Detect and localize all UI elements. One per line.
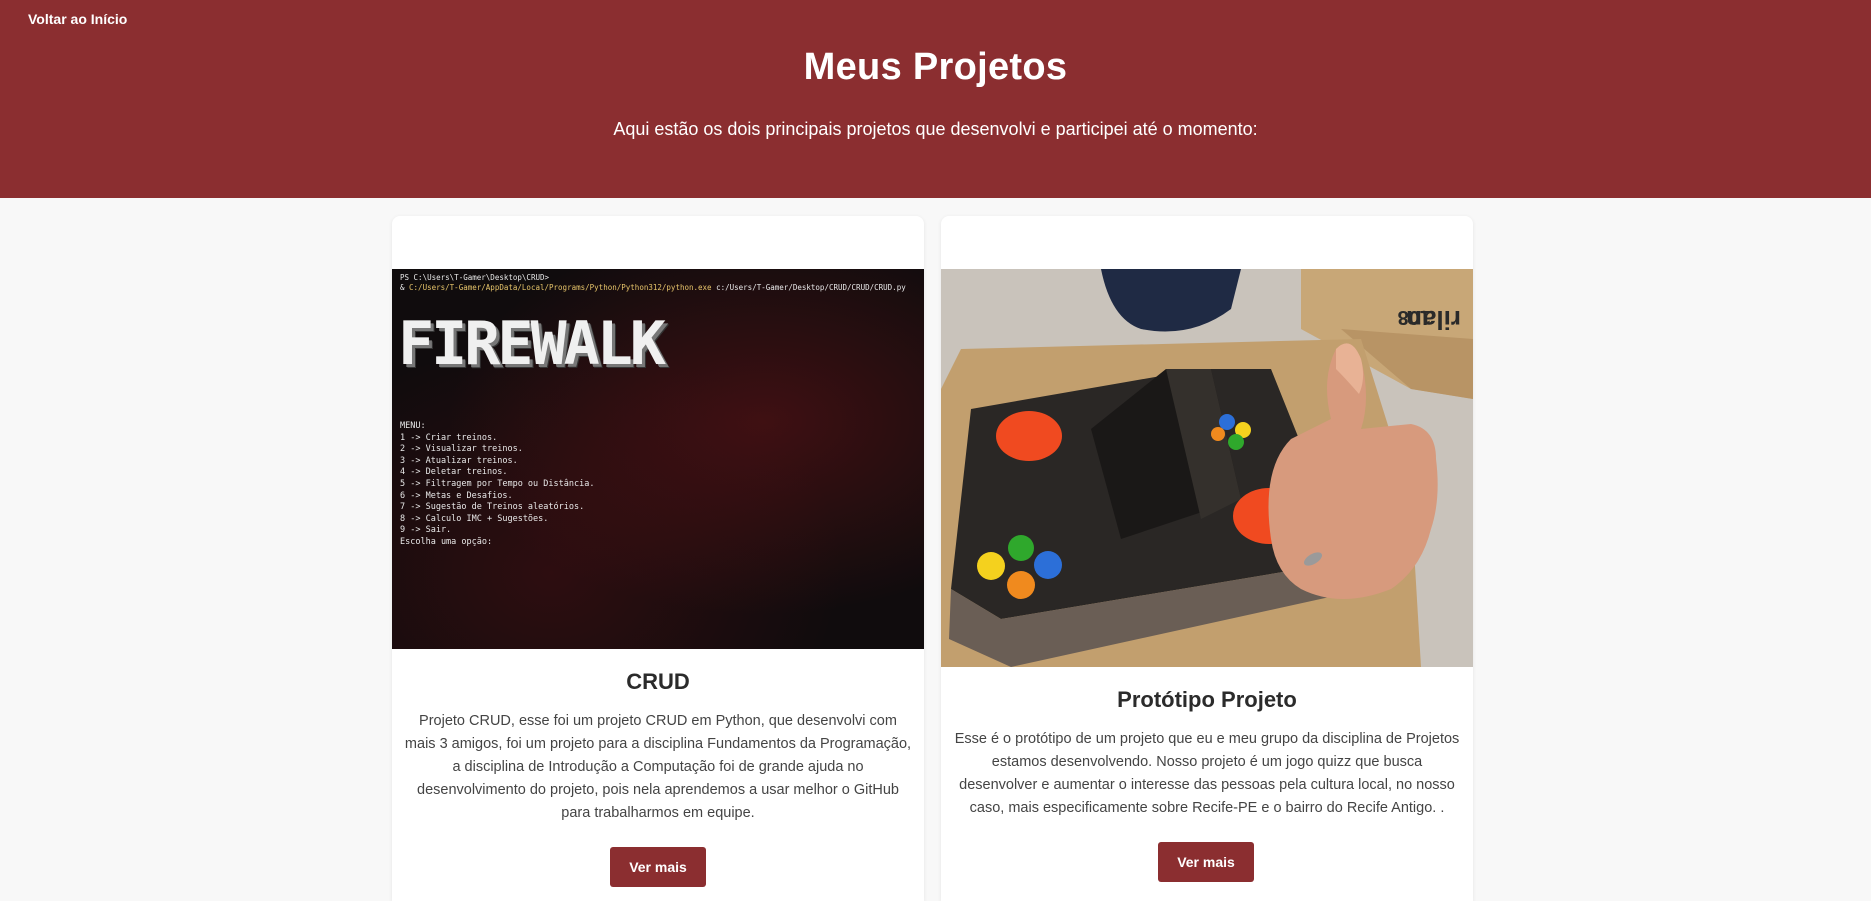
- crud-screenshot: PS C:\Users\T-Gamer\Desktop\CRUD> & C:/U…: [392, 269, 924, 649]
- terminal-menu: MENU: 1 -> Criar treinos. 2 -> Visualiza…: [400, 421, 594, 549]
- project-description: Esse é o protótipo de um projeto que eu …: [954, 731, 1460, 816]
- terminal-menu-line: 6 -> Metas e Desafios.: [400, 490, 513, 501]
- firewalk-ascii-logo: FIREWALK: [398, 309, 666, 379]
- terminal-menu-line: 3 -> Atualizar treinos.: [400, 455, 518, 466]
- terminal-menu-line: MENU:: [400, 421, 426, 431]
- terminal-menu-line: 9 -> Sair.: [400, 525, 452, 536]
- terminal-menu-line: 8 -> Calculo IMC + Sugestões.: [400, 513, 549, 524]
- project-card-prototype: 108 rilan Protótipo Projeto Esse é o pro…: [941, 216, 1473, 901]
- terminal-command-path: C:/Users/T-Gamer/AppData/Local/Programs/…: [409, 283, 712, 292]
- page-header: Voltar ao Início Meus Projetos Aqui estã…: [0, 0, 1871, 198]
- project-description: Projeto CRUD, esse foi um projeto CRUD e…: [404, 713, 912, 821]
- terminal-menu-line: 7 -> Sugestão de Treinos aleatórios.: [400, 502, 585, 513]
- box-brand-text: rilan: [1406, 305, 1461, 335]
- back-to-home-link[interactable]: Voltar ao Início: [28, 11, 127, 27]
- terminal-menu-line: 5 -> Filtragem por Tempo ou Distância.: [400, 478, 595, 489]
- terminal-window: PS C:\Users\T-Gamer\Desktop\CRUD> & C:/U…: [392, 269, 924, 649]
- project-title: Protótipo Projeto: [1117, 687, 1297, 712]
- terminal-prompt-line: PS C:\Users\T-Gamer\Desktop\CRUD>: [400, 273, 550, 282]
- project-card-crud: PS C:\Users\T-Gamer\Desktop\CRUD> & C:/U…: [392, 216, 924, 901]
- see-more-button[interactable]: Ver mais: [1158, 842, 1254, 882]
- terminal-command-prefix: &: [400, 283, 410, 292]
- terminal-menu-line: 2 -> Visualizar treinos.: [400, 444, 523, 455]
- terminal-menu-line: 4 -> Deletar treinos.: [400, 467, 508, 478]
- see-more-button[interactable]: Ver mais: [610, 847, 706, 887]
- terminal-command-line: & C:/Users/T-Gamer/AppData/Local/Program…: [400, 283, 906, 292]
- page-subtitle: Aqui estão os dois principais projetos q…: [613, 119, 1258, 139]
- prototype-photo-illustration: 108 rilan: [941, 269, 1473, 667]
- page-title: Meus Projetos: [803, 46, 1068, 88]
- terminal-command-arg: c:/Users/T-Gamer/Desktop/CRUD/CRUD/CRUD.…: [711, 283, 906, 292]
- project-title: CRUD: [626, 669, 690, 694]
- prototype-photo: 108 rilan: [941, 269, 1473, 667]
- terminal-menu-line: 1 -> Criar treinos.: [400, 432, 498, 443]
- terminal-menu-line: Escolha uma opção:: [400, 536, 493, 547]
